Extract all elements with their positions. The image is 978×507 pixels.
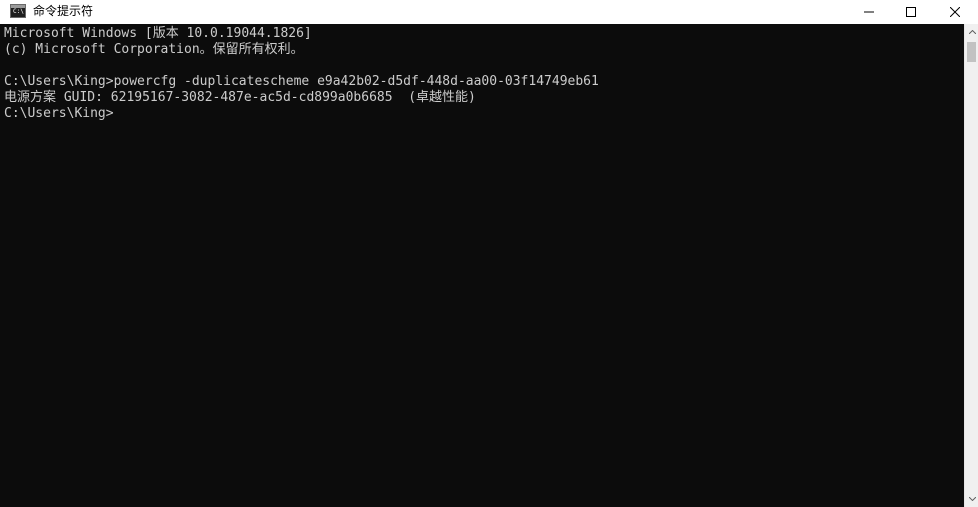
chevron-down-icon	[968, 497, 976, 501]
close-icon	[950, 7, 960, 17]
chevron-up-icon	[968, 30, 976, 34]
cmd-icon-glyph: C:\	[13, 8, 24, 15]
cmd-icon[interactable]: C:\	[10, 4, 26, 18]
scroll-up-button[interactable]	[965, 24, 978, 40]
console-line: C:\Users\King>powercfg -duplicatescheme …	[4, 74, 599, 89]
console-prompt-line[interactable]: C:\Users\King>	[4, 106, 114, 122]
title-bar[interactable]: C:\ 命令提示符	[0, 0, 978, 24]
scroll-down-button[interactable]	[965, 491, 978, 507]
maximize-button[interactable]	[888, 0, 934, 24]
command-prompt-window: C:\ 命令提示符 Microsoft Windows [版本 10.0.190…	[0, 0, 978, 507]
close-button[interactable]	[932, 0, 978, 24]
scroll-thumb[interactable]	[967, 42, 976, 62]
minimize-button[interactable]	[846, 0, 892, 24]
vertical-scrollbar[interactable]	[964, 24, 978, 507]
console-output[interactable]: Microsoft Windows [版本 10.0.19044.1826] (…	[0, 24, 964, 507]
window-title: 命令提示符	[33, 4, 94, 18]
console-line: 电源方案 GUID: 62195167-3082-487e-ac5d-cd899…	[4, 90, 476, 105]
minimize-icon	[864, 11, 874, 13]
console-line: (c) Microsoft Corporation。保留所有权利。	[4, 42, 304, 57]
maximize-icon	[906, 7, 916, 17]
console-line: Microsoft Windows [版本 10.0.19044.1826]	[4, 26, 312, 41]
